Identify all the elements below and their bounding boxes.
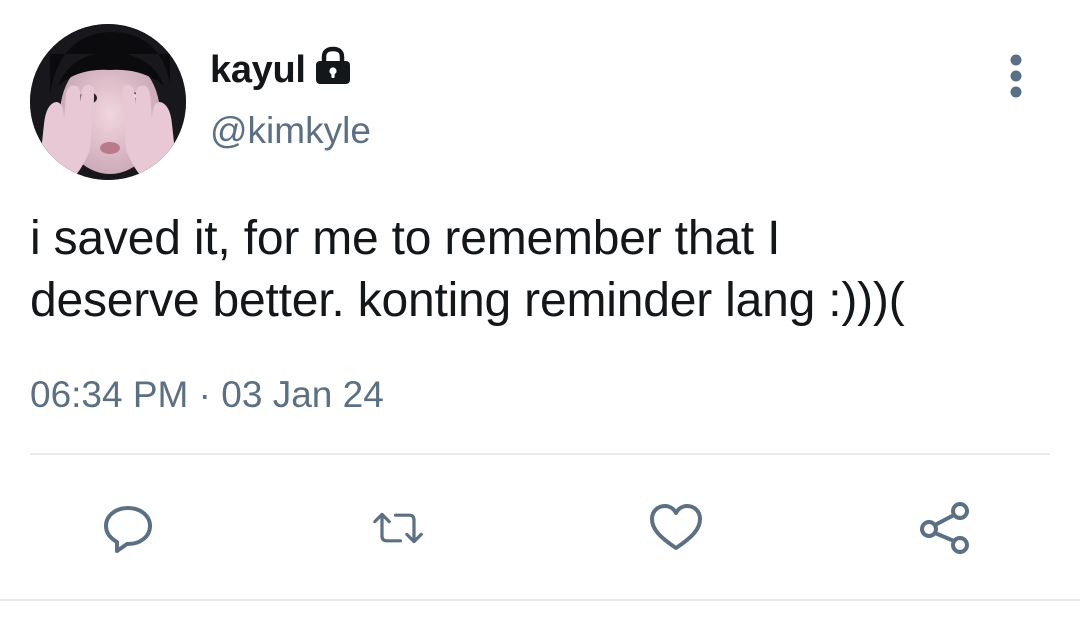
tweet-text-line: deserve better. konting reminder lang :)… bbox=[30, 274, 905, 327]
share-button[interactable] bbox=[917, 500, 973, 556]
avatar-image bbox=[30, 24, 186, 180]
more-vertical-icon bbox=[1010, 54, 1022, 98]
tweet-text: i saved it, for me to remember that I de… bbox=[30, 208, 1050, 332]
display-name-row[interactable]: kayul bbox=[210, 44, 354, 96]
share-icon bbox=[920, 502, 969, 554]
retweet-icon bbox=[373, 512, 423, 544]
tweet-date: 03 Jan 24 bbox=[221, 374, 384, 415]
reply-button[interactable] bbox=[100, 500, 156, 556]
retweet-button[interactable] bbox=[370, 500, 426, 556]
divider bbox=[30, 453, 1050, 455]
more-options-button[interactable] bbox=[1002, 52, 1030, 100]
timestamp-separator: · bbox=[198, 374, 211, 415]
like-button[interactable] bbox=[648, 500, 704, 556]
tweet-text-line: i saved it, for me to remember that I bbox=[30, 212, 781, 265]
like-icon bbox=[650, 504, 702, 550]
avatar[interactable] bbox=[30, 24, 186, 180]
reply-icon bbox=[104, 506, 152, 553]
tweet-time: 06:34 PM bbox=[30, 374, 189, 415]
divider bbox=[0, 599, 1080, 601]
display-name[interactable]: kayul bbox=[210, 49, 306, 92]
lock-icon bbox=[312, 46, 354, 96]
tweet-timestamp[interactable]: 06:34 PM · 03 Jan 24 bbox=[30, 374, 384, 416]
user-handle[interactable]: @kimkyle bbox=[210, 110, 371, 152]
